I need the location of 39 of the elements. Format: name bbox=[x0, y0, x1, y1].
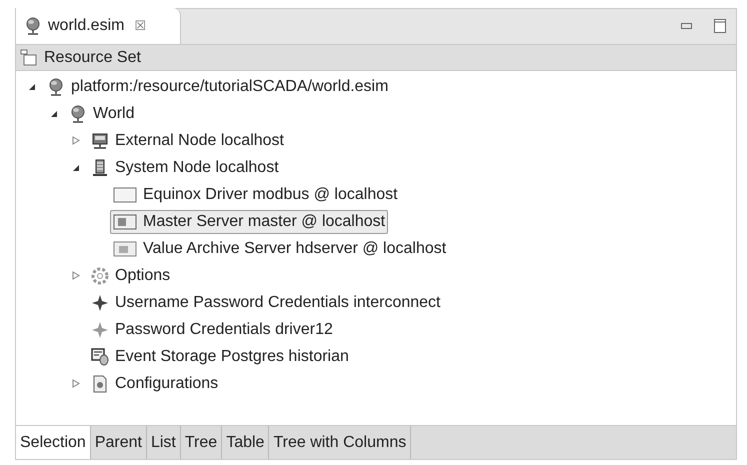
maximize-icon[interactable] bbox=[714, 19, 726, 33]
minimize-icon[interactable] bbox=[681, 23, 692, 29]
tree-item[interactable]: Options bbox=[88, 264, 174, 288]
star-icon bbox=[91, 320, 109, 338]
expand-arrow-icon[interactable] bbox=[72, 379, 80, 388]
view-tab[interactable]: Selection bbox=[16, 426, 91, 459]
server-icon bbox=[91, 158, 109, 176]
collapse-arrow-icon[interactable] bbox=[28, 82, 36, 90]
tree-item[interactable]: System Node localhost bbox=[88, 156, 282, 180]
document-icon bbox=[91, 374, 109, 392]
tree-item[interactable]: Configurations bbox=[88, 372, 222, 396]
expand-arrow-icon[interactable] bbox=[72, 271, 80, 280]
collapse-arrow-icon[interactable] bbox=[72, 164, 80, 172]
tab-title: world.esim bbox=[48, 16, 124, 36]
storage-icon bbox=[91, 348, 109, 366]
gear-icon bbox=[91, 266, 109, 284]
window-icon bbox=[113, 186, 137, 204]
tree-item[interactable]: Password Credentials driver12 bbox=[88, 318, 336, 342]
monitor-icon bbox=[91, 132, 109, 150]
star-icon bbox=[91, 294, 109, 312]
tree-item[interactable]: platform:/resource/tutorialSCADA/world.esim bbox=[44, 74, 392, 98]
editor-tab[interactable]: world.esim ☒ bbox=[16, 8, 181, 44]
server-user-icon bbox=[113, 212, 137, 230]
tree-item[interactable]: Event Storage Postgres historian bbox=[88, 344, 352, 368]
archive-server-icon bbox=[113, 240, 137, 258]
expand-arrow-icon[interactable] bbox=[72, 136, 80, 145]
tree-item[interactable]: External Node localhost bbox=[88, 128, 287, 152]
tree-item[interactable]: Value Archive Server hdserver @ localhost bbox=[110, 236, 450, 260]
header-title: Resource Set bbox=[44, 48, 141, 68]
globe-icon bbox=[47, 78, 65, 96]
tree-item[interactable]: Master Server master @ localhost bbox=[110, 210, 388, 234]
collapse-arrow-icon[interactable] bbox=[50, 110, 58, 118]
tree-item[interactable]: Username Password Credentials interconnect bbox=[88, 290, 444, 314]
globe-icon bbox=[24, 17, 42, 35]
close-button[interactable]: ☒ bbox=[134, 16, 146, 36]
folder-icon bbox=[20, 48, 38, 66]
globe-icon bbox=[69, 104, 87, 122]
tree-item[interactable]: World bbox=[66, 102, 138, 126]
tree-item[interactable]: Equinox Driver modbus @ localhost bbox=[110, 182, 401, 206]
